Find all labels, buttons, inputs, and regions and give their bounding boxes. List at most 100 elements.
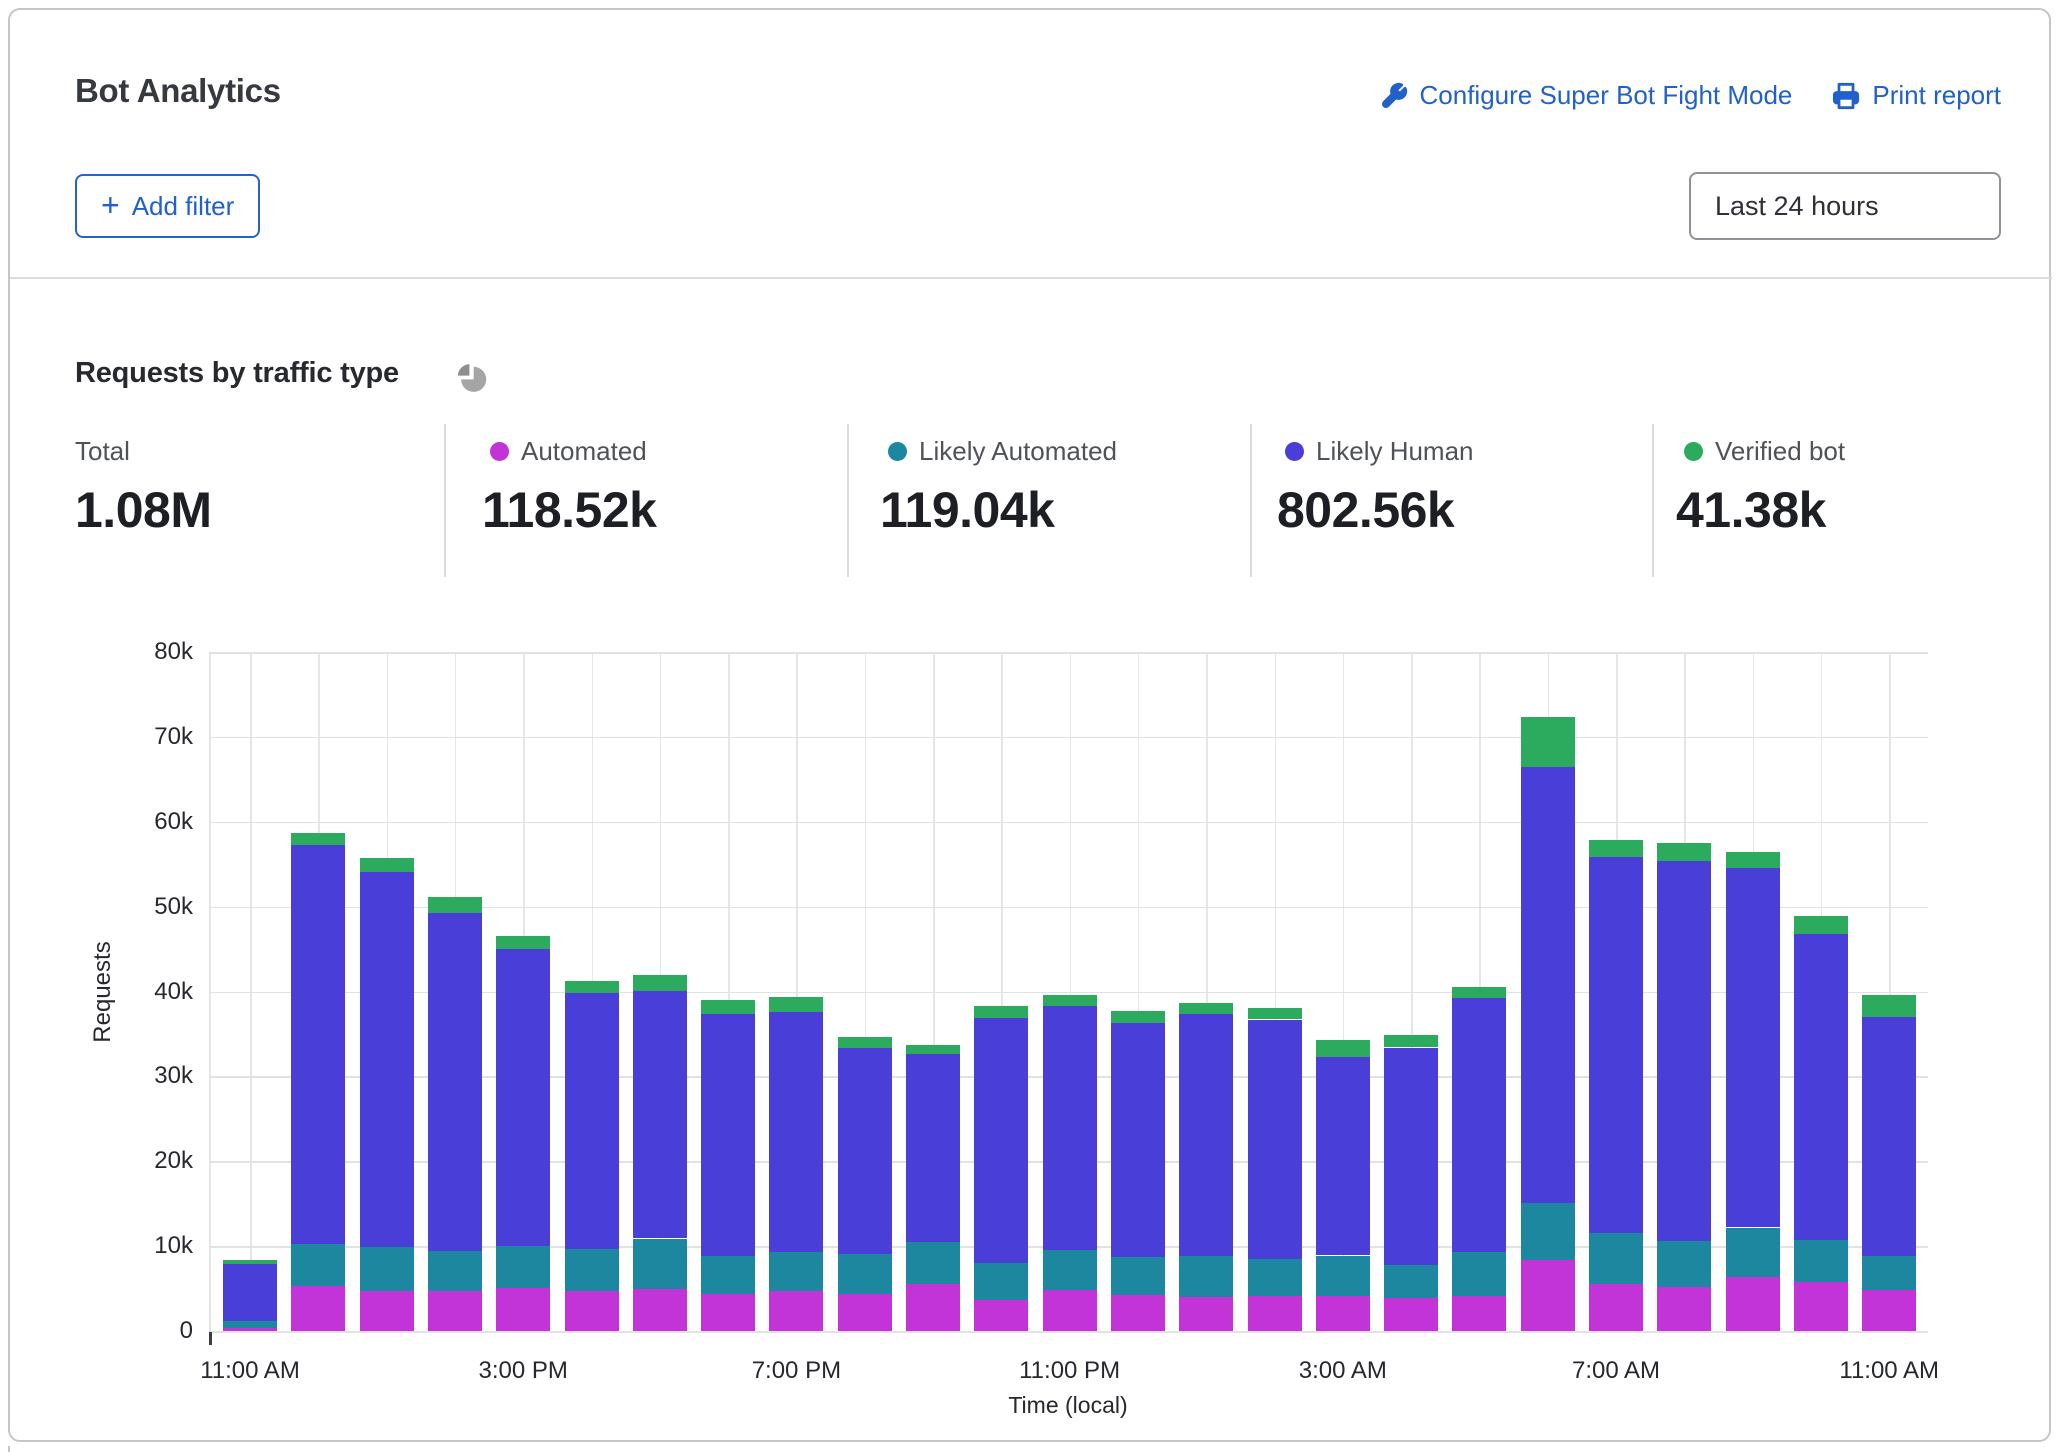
bar-segment-likely-automated[interactable] xyxy=(291,1244,345,1286)
bar-segment-likely-automated[interactable] xyxy=(496,1246,550,1288)
bar-segment-likely-automated[interactable] xyxy=(1043,1250,1097,1290)
bar-segment-likely-automated[interactable] xyxy=(565,1249,619,1291)
bar-segment-automated[interactable] xyxy=(1111,1295,1165,1331)
bar-segment-likely-automated[interactable] xyxy=(633,1239,687,1290)
bar-segment-likely-human[interactable] xyxy=(360,872,414,1247)
bar-segment-automated[interactable] xyxy=(1794,1282,1848,1331)
bar-segment-automated[interactable] xyxy=(496,1288,550,1331)
bar-segment-automated[interactable] xyxy=(291,1286,345,1331)
bar-segment-verified-bot[interactable] xyxy=(1179,1003,1233,1014)
bar-segment-likely-automated[interactable] xyxy=(974,1263,1028,1300)
bar-segment-likely-human[interactable] xyxy=(633,991,687,1239)
bar-segment-likely-human[interactable] xyxy=(769,1012,823,1252)
bar-segment-verified-bot[interactable] xyxy=(1316,1040,1370,1057)
bar-segment-verified-bot[interactable] xyxy=(701,1000,755,1014)
bar-segment-automated[interactable] xyxy=(223,1328,277,1331)
bar-segment-automated[interactable] xyxy=(1248,1296,1302,1331)
bar-segment-likely-automated[interactable] xyxy=(1452,1252,1506,1296)
bar-segment-likely-automated[interactable] xyxy=(1657,1241,1711,1287)
bar-segment-likely-human[interactable] xyxy=(1862,1017,1916,1256)
bar-segment-likely-automated[interactable] xyxy=(1726,1228,1780,1277)
bar-segment-likely-human[interactable] xyxy=(1521,767,1575,1203)
bar-segment-automated[interactable] xyxy=(1862,1289,1916,1331)
bar-segment-automated[interactable] xyxy=(1316,1296,1370,1331)
bar-segment-verified-bot[interactable] xyxy=(1657,843,1711,861)
bar-segment-likely-automated[interactable] xyxy=(1521,1203,1575,1260)
bar-segment-likely-human[interactable] xyxy=(428,913,482,1251)
bar-segment-likely-automated[interactable] xyxy=(1316,1256,1370,1297)
bar-segment-automated[interactable] xyxy=(1452,1296,1506,1331)
bar-segment-likely-automated[interactable] xyxy=(223,1321,277,1328)
bar-segment-automated[interactable] xyxy=(360,1291,414,1331)
bar-segment-automated[interactable] xyxy=(633,1289,687,1331)
bar-segment-automated[interactable] xyxy=(838,1294,892,1331)
bar-segment-verified-bot[interactable] xyxy=(633,975,687,991)
bar-segment-verified-bot[interactable] xyxy=(1589,840,1643,857)
bar-segment-automated[interactable] xyxy=(1179,1297,1233,1331)
bar-segment-automated[interactable] xyxy=(1521,1260,1575,1331)
bar-segment-automated[interactable] xyxy=(428,1291,482,1331)
bar-segment-likely-human[interactable] xyxy=(1111,1023,1165,1257)
bar-segment-automated[interactable] xyxy=(1384,1298,1438,1331)
bar-segment-likely-human[interactable] xyxy=(974,1018,1028,1263)
bar-segment-verified-bot[interactable] xyxy=(1862,995,1916,1017)
bar-segment-automated[interactable] xyxy=(1043,1290,1097,1331)
bar-segment-likely-human[interactable] xyxy=(701,1014,755,1256)
bar-segment-likely-human[interactable] xyxy=(838,1048,892,1253)
bar-segment-automated[interactable] xyxy=(1657,1287,1711,1331)
bar-segment-automated[interactable] xyxy=(565,1291,619,1331)
bar-segment-verified-bot[interactable] xyxy=(1794,916,1848,934)
bar-segment-likely-human[interactable] xyxy=(1589,857,1643,1234)
bar-segment-likely-automated[interactable] xyxy=(1862,1256,1916,1290)
bar-segment-verified-bot[interactable] xyxy=(838,1037,892,1049)
bar-segment-likely-human[interactable] xyxy=(291,845,345,1244)
bar-segment-likely-human[interactable] xyxy=(1248,1020,1302,1259)
bar-segment-likely-automated[interactable] xyxy=(1384,1265,1438,1298)
bar-segment-likely-automated[interactable] xyxy=(1111,1257,1165,1295)
bar-segment-likely-automated[interactable] xyxy=(906,1242,960,1284)
bar-segment-likely-automated[interactable] xyxy=(428,1251,482,1291)
bar-segment-likely-human[interactable] xyxy=(1452,998,1506,1252)
bar-segment-likely-automated[interactable] xyxy=(360,1247,414,1291)
bar-segment-likely-automated[interactable] xyxy=(769,1252,823,1291)
bar-segment-verified-bot[interactable] xyxy=(496,936,550,949)
bar-segment-likely-automated[interactable] xyxy=(701,1256,755,1293)
bar-segment-likely-human[interactable] xyxy=(1179,1014,1233,1256)
bar-segment-verified-bot[interactable] xyxy=(1452,987,1506,998)
bar-segment-likely-human[interactable] xyxy=(565,993,619,1249)
bar-segment-likely-human[interactable] xyxy=(223,1264,277,1321)
bar-segment-automated[interactable] xyxy=(769,1291,823,1331)
bar-segment-likely-human[interactable] xyxy=(1657,861,1711,1241)
bar-segment-likely-automated[interactable] xyxy=(1794,1240,1848,1282)
bar-segment-likely-automated[interactable] xyxy=(1179,1256,1233,1297)
bar-segment-verified-bot[interactable] xyxy=(223,1260,277,1264)
bar-segment-automated[interactable] xyxy=(1726,1277,1780,1331)
bar-segment-likely-human[interactable] xyxy=(1384,1048,1438,1265)
bar-segment-likely-automated[interactable] xyxy=(1248,1259,1302,1296)
bar-segment-verified-bot[interactable] xyxy=(1384,1035,1438,1048)
bar-segment-likely-human[interactable] xyxy=(906,1054,960,1242)
bar-segment-verified-bot[interactable] xyxy=(1248,1008,1302,1020)
bar-segment-verified-bot[interactable] xyxy=(565,981,619,994)
bar-segment-verified-bot[interactable] xyxy=(1111,1011,1165,1023)
bar-segment-likely-automated[interactable] xyxy=(1589,1233,1643,1284)
bar-segment-verified-bot[interactable] xyxy=(1043,995,1097,1006)
bar-segment-likely-automated[interactable] xyxy=(838,1254,892,1294)
bar-segment-verified-bot[interactable] xyxy=(1521,717,1575,766)
bar-segment-verified-bot[interactable] xyxy=(360,858,414,872)
bar-segment-verified-bot[interactable] xyxy=(769,997,823,1011)
bar-segment-likely-human[interactable] xyxy=(496,949,550,1246)
bar-segment-verified-bot[interactable] xyxy=(1726,852,1780,868)
bar-segment-automated[interactable] xyxy=(906,1284,960,1331)
bar-segment-automated[interactable] xyxy=(701,1294,755,1331)
bar-segment-verified-bot[interactable] xyxy=(291,833,345,845)
bar-segment-likely-human[interactable] xyxy=(1043,1006,1097,1250)
bar-segment-likely-human[interactable] xyxy=(1726,868,1780,1228)
bar-segment-likely-human[interactable] xyxy=(1316,1057,1370,1256)
bar-segment-verified-bot[interactable] xyxy=(906,1045,960,1054)
bar-segment-verified-bot[interactable] xyxy=(974,1006,1028,1018)
bar-segment-automated[interactable] xyxy=(1589,1284,1643,1331)
bar-segment-verified-bot[interactable] xyxy=(428,897,482,913)
bar-segment-likely-human[interactable] xyxy=(1794,934,1848,1240)
bar-segment-automated[interactable] xyxy=(974,1300,1028,1331)
